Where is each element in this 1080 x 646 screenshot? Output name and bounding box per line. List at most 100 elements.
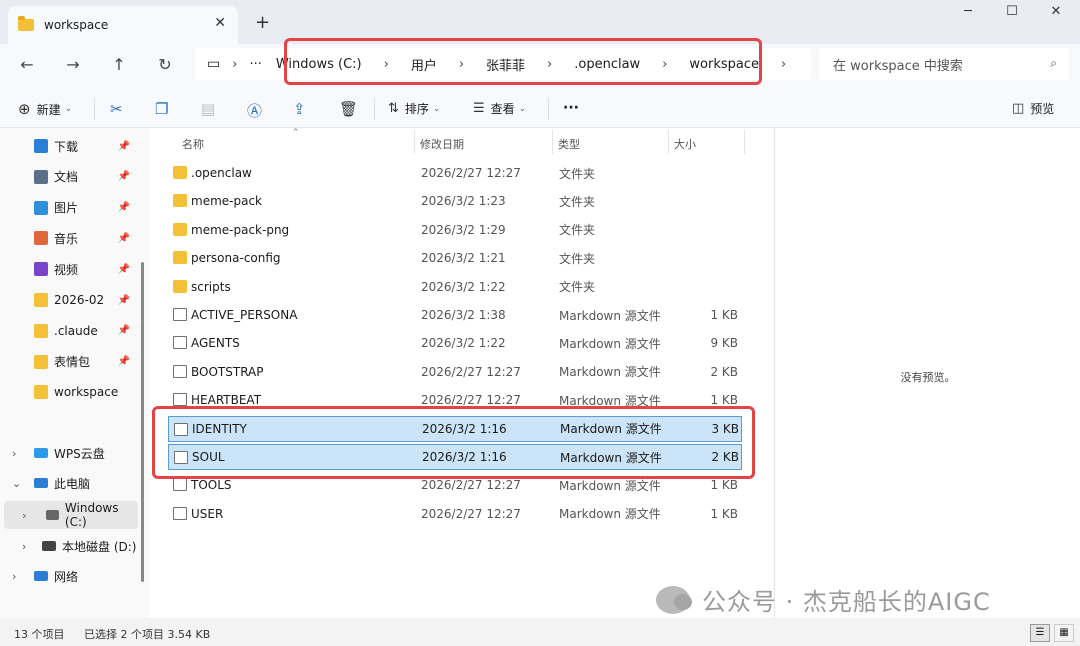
- file-size: 1 KB: [710, 506, 738, 521]
- column-header-size[interactable]: 大小: [674, 136, 696, 152]
- sidebar-item-.claude[interactable]: .claude 📌: [0, 317, 146, 345]
- file-row[interactable]: AGENTS 2026/3/2 1:22 Markdown 源文件 9 KB: [168, 330, 742, 356]
- pin-icon[interactable]: 📌: [118, 202, 130, 213]
- sidebar-tree-Windows (C:)[interactable]: › Windows (C:): [4, 501, 138, 529]
- file-name: scripts: [191, 279, 231, 294]
- file-name: .openclaw: [191, 166, 252, 180]
- more-options-button[interactable]: ···: [563, 100, 579, 116]
- folder-icon: [173, 251, 187, 265]
- folder-row[interactable]: meme-pack 2026/3/2 1:23 文件夹: [168, 188, 742, 214]
- search-input[interactable]: 在 workspace 中搜索 ⌕: [819, 48, 1069, 80]
- column-header-type[interactable]: 类型: [558, 136, 580, 152]
- folder-row[interactable]: .openclaw 2026/2/27 12:27 文件夹: [168, 160, 742, 186]
- file-row[interactable]: BOOTSTRAP 2026/2/27 12:27 Markdown 源文件 2 KB: [168, 359, 742, 385]
- watermark: 公众号 · 杰克船长的AIGC: [656, 582, 991, 617]
- column-header-name[interactable]: 名称: [182, 136, 204, 152]
- chevron-down-icon[interactable]: ⌄: [12, 477, 21, 490]
- breadcrumb-more[interactable]: ···: [249, 57, 261, 72]
- address-highlight-box: [284, 38, 762, 85]
- pin-icon[interactable]: 📌: [118, 295, 130, 306]
- file-row[interactable]: ACTIVE_PERSONA 2026/3/2 1:38 Markdown 源文件 1…: [168, 302, 742, 328]
- view-button[interactable]: ☰ 查看 ⌄: [473, 100, 526, 117]
- details-view-button[interactable]: ☰: [1030, 624, 1050, 642]
- file-type: 文件夹: [559, 166, 596, 181]
- refresh-icon[interactable]: ↻: [153, 55, 177, 74]
- back-arrow-icon[interactable]: ←: [15, 55, 39, 74]
- chevron-right-icon[interactable]: ›: [12, 570, 16, 583]
- sidebar-item-label: .claude: [54, 323, 98, 338]
- folder-row[interactable]: meme-pack-png 2026/3/2 1:29 文件夹: [168, 217, 742, 243]
- sidebar-item-表情包[interactable]: 表情包 📌: [0, 348, 146, 376]
- file-list: ⌃ 名称 修改日期 类型 大小 .openclaw 2026/2/27 12:27…: [150, 128, 774, 618]
- column-divider[interactable]: [744, 130, 745, 154]
- sidebar-item-2026-02[interactable]: 2026-02 📌: [0, 286, 146, 314]
- preview-button[interactable]: ◫ 预览: [1012, 100, 1054, 117]
- sidebar-tree-此电脑[interactable]: ⌄ 此电脑: [0, 469, 146, 497]
- close-window-button[interactable]: ✕: [1036, 4, 1076, 19]
- sidebar-scrollbar[interactable]: [141, 262, 144, 582]
- close-tab-icon[interactable]: ✕: [214, 15, 226, 31]
- pin-icon[interactable]: 📌: [118, 233, 130, 244]
- pin-icon[interactable]: 📌: [118, 356, 130, 367]
- chevron-right-icon[interactable]: ›: [22, 509, 26, 522]
- chevron-down-icon: ⌄: [64, 104, 73, 114]
- sidebar-item-文档[interactable]: 文档 📌: [0, 163, 146, 191]
- file-name: TOOLS: [191, 478, 232, 493]
- rename-icon[interactable]: Ⓐ: [247, 100, 262, 121]
- sidebar-item-视频[interactable]: 视频 📌: [0, 255, 146, 283]
- new-tab-button[interactable]: +: [255, 12, 270, 33]
- watermark-text: 公众号 · 杰克船长的AIGC: [702, 588, 991, 616]
- column-divider[interactable]: [414, 130, 415, 154]
- tiles-view-button[interactable]: ▦: [1054, 624, 1074, 642]
- computer-icon[interactable]: ▭: [207, 56, 220, 72]
- chevron-down-icon: ⌄: [518, 103, 527, 114]
- column-divider[interactable]: [668, 130, 669, 154]
- pin-icon[interactable]: 📌: [118, 141, 130, 152]
- minimize-button[interactable]: ─: [948, 4, 988, 19]
- chevron-right-icon[interactable]: ›: [12, 447, 16, 460]
- folder-row[interactable]: scripts 2026/3/2 1:22 文件夹: [168, 274, 742, 300]
- sidebar-item-图片[interactable]: 图片 📌: [0, 194, 146, 222]
- copy-icon[interactable]: ❐: [155, 100, 168, 118]
- list-view-icon: ☰: [473, 101, 485, 116]
- plus-circle-icon: ⊕: [18, 100, 31, 118]
- pin-icon[interactable]: 📌: [118, 171, 130, 182]
- delete-icon[interactable]: 🗑: [339, 100, 358, 118]
- paste-icon[interactable]: ▤: [201, 100, 215, 118]
- chevron-right-icon[interactable]: ›: [22, 540, 26, 553]
- tab-workspace[interactable]: workspace ✕: [8, 6, 238, 44]
- sidebar-item-label: 本地磁盘 (D:): [62, 539, 137, 554]
- sidebar-item-label: 图片: [54, 201, 79, 216]
- chevron-right-icon[interactable]: ›: [781, 57, 786, 72]
- sidebar-tree-WPS云盘[interactable]: › WPS云盘: [0, 439, 146, 467]
- file-type: Markdown 源文件: [559, 365, 661, 380]
- sidebar-item-音乐[interactable]: 音乐 📌: [0, 224, 146, 252]
- file-row[interactable]: USER 2026/2/27 12:27 Markdown 源文件 1 KB: [168, 501, 742, 527]
- maximize-button[interactable]: ☐: [992, 4, 1032, 19]
- sidebar-tree-本地磁盘 (D:)[interactable]: › 本地磁盘 (D:): [0, 532, 146, 560]
- sidebar-item-下载[interactable]: 下载 📌: [0, 132, 146, 160]
- folder-row[interactable]: persona-config 2026/3/2 1:21 文件夹: [168, 245, 742, 271]
- column-divider[interactable]: [552, 130, 553, 154]
- up-arrow-icon[interactable]: ↑: [107, 55, 131, 74]
- drive-icon: [42, 541, 56, 551]
- file-size: 9 KB: [710, 336, 738, 351]
- chevron-right-icon[interactable]: ›: [232, 57, 237, 72]
- sort-button[interactable]: ⇅ 排序 ⌄: [388, 100, 440, 117]
- file-type: 文件夹: [559, 280, 596, 295]
- new-button[interactable]: ⊕ 新建 ⌄: [18, 100, 72, 118]
- sidebar-item-label: 音乐: [54, 231, 79, 246]
- folder-icon: [173, 166, 187, 179]
- search-icon[interactable]: ⌕: [1050, 56, 1057, 71]
- sidebar-tree-网络[interactable]: › 网络: [0, 562, 146, 590]
- file-type: Markdown 源文件: [559, 478, 661, 493]
- sidebar-item-workspace[interactable]: workspace: [0, 378, 146, 406]
- share-icon[interactable]: ⇪: [293, 100, 306, 118]
- pin-icon[interactable]: 📌: [118, 264, 130, 275]
- pin-icon[interactable]: 📌: [118, 325, 130, 336]
- cut-icon[interactable]: ✂: [110, 100, 123, 118]
- column-header-date[interactable]: 修改日期: [420, 136, 464, 152]
- forward-arrow-icon[interactable]: →: [61, 55, 85, 74]
- file-type: 文件夹: [559, 251, 596, 266]
- view-label: 查看: [490, 102, 515, 116]
